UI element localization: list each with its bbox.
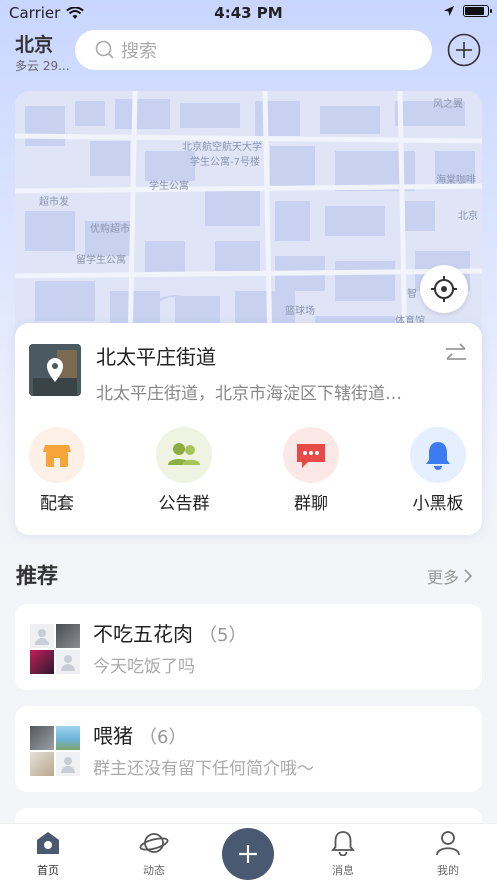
location-pin-icon bbox=[29, 344, 81, 396]
map-label: 篮球场 bbox=[285, 306, 315, 317]
location-title: 北太平庄街道 bbox=[96, 345, 216, 369]
swap-icon[interactable] bbox=[443, 341, 469, 367]
map-label: 学生公寓 bbox=[149, 181, 189, 192]
tab-profile[interactable]: 我的 bbox=[418, 830, 478, 878]
group-description: 今天吃饭了吗 bbox=[93, 657, 195, 677]
quick-action-label: 小黑板 bbox=[412, 494, 464, 514]
tab-label: 我的 bbox=[437, 864, 459, 877]
search-input[interactable]: 搜索 bbox=[75, 30, 432, 70]
plus-icon bbox=[239, 845, 257, 863]
avatar-landscape bbox=[56, 726, 80, 750]
tab-moments[interactable]: 动态 bbox=[124, 830, 184, 878]
tab-label: 动态 bbox=[143, 864, 165, 877]
group-name: 不吃五花肉 （5） bbox=[93, 618, 246, 647]
planet-icon bbox=[139, 833, 169, 853]
bell-icon bbox=[426, 442, 450, 470]
quick-action-facilities[interactable]: 配套 bbox=[17, 427, 97, 514]
locate-icon bbox=[431, 276, 457, 302]
battery-fill bbox=[465, 7, 484, 15]
map-label: 留学生公寓 bbox=[76, 255, 126, 266]
recommend-title: 推荐 bbox=[16, 564, 58, 588]
city-name[interactable]: 北京 bbox=[15, 30, 53, 57]
quick-action-group-chat[interactable]: 群聊 bbox=[271, 427, 351, 514]
quick-action-notice-group[interactable]: 公告群 bbox=[144, 427, 224, 514]
map-label: 北京航空航天大学 bbox=[182, 142, 262, 153]
bell-outline-icon bbox=[331, 831, 355, 857]
avatar-placeholder bbox=[56, 752, 80, 776]
location-thumbnail[interactable] bbox=[29, 344, 81, 396]
group-avatar bbox=[30, 726, 80, 776]
location-card: 北太平庄街道 北太平庄街道，北京市海淀区下辖街道… 配套 公告群 群聊 小黑板 bbox=[15, 323, 482, 535]
map-label: 超市发 bbox=[39, 197, 69, 208]
map-label: 优购超市 bbox=[90, 224, 130, 235]
avatar-photo bbox=[30, 650, 54, 674]
chevron-right-icon bbox=[464, 569, 473, 583]
quick-action-label: 群聊 bbox=[294, 494, 328, 514]
map-label: 风之翼 bbox=[433, 99, 463, 110]
user-icon bbox=[436, 831, 460, 856]
quick-action-label: 配套 bbox=[40, 494, 74, 514]
group-title: 不吃五花肉 bbox=[93, 622, 193, 646]
search-icon bbox=[95, 40, 114, 59]
quick-action-circle bbox=[156, 427, 212, 483]
chat-icon bbox=[297, 444, 325, 468]
group-card[interactable]: 不吃五花肉 （5） 今天吃饭了吗 bbox=[15, 604, 482, 690]
home-icon bbox=[37, 832, 59, 854]
weather-info: 多云 29... bbox=[15, 59, 70, 73]
tab-label: 首页 bbox=[37, 864, 59, 877]
quick-action-circle bbox=[410, 427, 466, 483]
add-circle-icon[interactable] bbox=[447, 33, 481, 67]
tab-label: 消息 bbox=[332, 864, 354, 877]
map-view[interactable]: 风之翼 北京航空航天大学 学生公寓-7号楼 学生公寓 超市发 海棠咖啡 优购超市… bbox=[15, 91, 482, 351]
group-avatar bbox=[30, 624, 80, 674]
avatar-cat bbox=[30, 726, 54, 750]
map-label: 智 bbox=[407, 289, 417, 300]
tab-bar: 首页 动态 消息 我的 bbox=[0, 823, 497, 883]
quick-action-circle bbox=[29, 427, 85, 483]
battery-icon bbox=[463, 5, 492, 17]
more-label: 更多 bbox=[427, 568, 460, 587]
avatar-placeholder bbox=[30, 624, 54, 648]
location-arrow-icon bbox=[444, 6, 454, 16]
avatar-placeholder bbox=[56, 650, 80, 674]
more-link[interactable]: 更多 bbox=[427, 564, 473, 588]
avatar-photo bbox=[30, 752, 54, 776]
quick-action-blackboard[interactable]: 小黑板 bbox=[398, 427, 478, 514]
status-bar: Carrier 4:43 PM bbox=[0, 0, 497, 26]
quick-action-circle bbox=[283, 427, 339, 483]
store-icon bbox=[43, 445, 71, 467]
tab-messages[interactable]: 消息 bbox=[313, 830, 373, 878]
map-label: 北京 bbox=[458, 211, 478, 222]
group-member-count: （6） bbox=[139, 727, 187, 748]
search-placeholder: 搜索 bbox=[121, 41, 157, 62]
clock: 4:43 PM bbox=[214, 4, 283, 22]
avatar-cat bbox=[56, 624, 80, 648]
group-member-count: （5） bbox=[199, 625, 247, 646]
location-address: 北太平庄街道，北京市海淀区下辖街道… bbox=[96, 384, 402, 404]
map-label: 海棠咖啡 bbox=[436, 175, 476, 186]
publish-button[interactable] bbox=[222, 828, 274, 880]
tab-home[interactable]: 首页 bbox=[18, 830, 78, 878]
group-name: 喂猪 （6） bbox=[93, 720, 186, 749]
locate-button[interactable] bbox=[420, 265, 468, 313]
map-label: 学生公寓-7号楼 bbox=[190, 157, 260, 168]
group-description: 群主还没有留下任何简介哦～ bbox=[93, 759, 314, 779]
group-card[interactable]: 喂猪 （6） 群主还没有留下任何简介哦～ bbox=[15, 706, 482, 792]
group-icon bbox=[168, 443, 200, 465]
quick-action-label: 公告群 bbox=[158, 494, 210, 514]
header: 北京 多云 29... 搜索 bbox=[0, 26, 497, 82]
group-title: 喂猪 bbox=[93, 724, 133, 748]
